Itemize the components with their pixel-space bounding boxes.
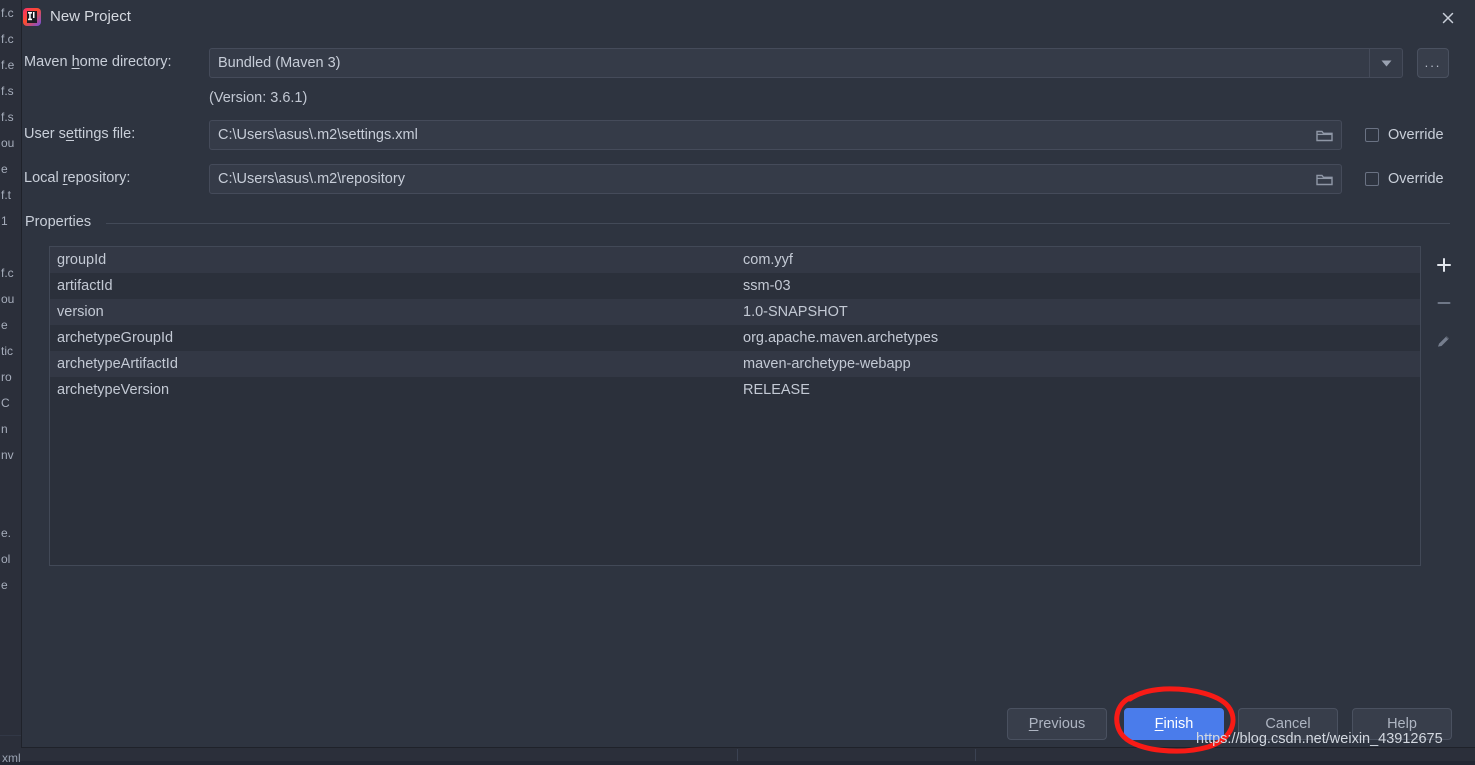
property-key-cell: artifactId [50,278,737,294]
property-value-cell: 1.0-SNAPSHOT [737,304,1420,320]
ide-background-text-fragment: ou [1,286,22,312]
pencil-icon[interactable] [1426,322,1461,360]
property-key-cell: archetypeGroupId [50,330,737,346]
table-row[interactable]: archetypeVersionRELEASE [50,377,1420,403]
ide-background-text-fragment: ou [1,130,22,156]
ide-background-text-fragment: f.s [1,104,22,130]
property-value-cell: ssm-03 [737,278,1420,294]
ide-background-text-fragment: f.e [1,52,22,78]
ide-status-divider [975,749,976,761]
table-row[interactable]: archetypeArtifactIdmaven-archetype-webap… [50,351,1420,377]
intellij-idea-icon [22,7,42,27]
maven-home-value: Bundled (Maven 3) [210,55,1369,71]
watermark-url: https://blog.csdn.net/weixin_43912675 [1196,731,1443,747]
ide-background-text-fragment: 1 [1,208,22,234]
plus-icon[interactable] [1426,246,1461,284]
properties-table-toolbar [1426,246,1461,360]
ide-background-text-fragment: f.c [1,0,22,26]
ide-background-left-strip: f.cf.cf.ef.sf.souef.t1f.coueticroCnnve.o… [0,0,22,761]
local-repository-value: C:\Users\asus\.m2\repository [210,171,1307,187]
local-repository-label: Local repository: [24,170,130,186]
ide-background-text-fragment [1,234,22,260]
property-key-cell: groupId [50,252,737,268]
property-value-cell: RELEASE [737,382,1420,398]
checkbox-box [1365,128,1379,142]
ide-background-text-fragment: e [1,572,22,598]
minus-icon[interactable] [1426,284,1461,322]
user-settings-label: User settings file: [24,126,135,142]
table-row[interactable]: archetypeGroupIdorg.apache.maven.archety… [50,325,1420,351]
property-key-cell: version [50,304,737,320]
property-value-cell: com.yyf [737,252,1420,268]
maven-home-label: Maven home directory: [24,54,172,70]
ide-background-text-fragment: e [1,156,22,182]
ide-background-text-fragment: ro [1,364,22,390]
user-settings-override-checkbox[interactable]: Override [1365,127,1444,143]
folder-icon[interactable] [1307,121,1341,149]
local-repository-override-checkbox[interactable]: Override [1365,171,1444,187]
property-key-cell: archetypeArtifactId [50,356,737,372]
ide-status-divider [737,749,738,761]
table-row[interactable]: version1.0-SNAPSHOT [50,299,1420,325]
ide-background-text-fragment: n [1,416,22,442]
ide-background-tab-label: xml [2,751,21,765]
folder-icon[interactable] [1307,165,1341,193]
property-key-cell: archetypeVersion [50,382,737,398]
ide-background-text-fragment: f.c [1,260,22,286]
properties-table[interactable]: groupIdcom.yyfartifactIdssm-03version1.0… [49,246,1421,566]
user-settings-field[interactable]: C:\Users\asus\.m2\settings.xml [209,120,1342,150]
user-settings-value: C:\Users\asus\.m2\settings.xml [210,127,1307,143]
local-repository-field[interactable]: C:\Users\asus\.m2\repository [209,164,1342,194]
properties-group-separator [106,223,1450,224]
maven-version-note: (Version: 3.6.1) [209,90,307,106]
table-row[interactable]: artifactIdssm-03 [50,273,1420,299]
ide-background-text-fragment: f.s [1,78,22,104]
checkbox-label: Override [1388,127,1444,143]
maven-home-combobox[interactable]: Bundled (Maven 3) [209,48,1403,78]
maven-home-browse-button[interactable]: ... [1417,48,1449,78]
ide-background-text-fragment [1,494,22,520]
ide-background-text-fragment: e. [1,520,22,546]
previous-button[interactable]: Previous [1007,708,1107,740]
checkbox-box [1365,172,1379,186]
dialog-titlebar: New Project [22,0,1475,36]
table-row[interactable]: groupIdcom.yyf [50,247,1420,273]
ide-background-text-fragment: e [1,312,22,338]
dialog-title: New Project [50,8,131,25]
property-value-cell: org.apache.maven.archetypes [737,330,1420,346]
ide-background-text-fragment: ol [1,546,22,572]
checkbox-label: Override [1388,171,1444,187]
ide-background-text-fragment: C [1,390,22,416]
ide-background-text-fragment: tic [1,338,22,364]
new-project-dialog: New Project Maven home directory: Bundle… [22,0,1475,747]
chevron-down-icon[interactable] [1370,49,1402,77]
ide-background-text-fragment: f.t [1,182,22,208]
properties-group-title: Properties [25,214,99,230]
close-icon[interactable] [1435,6,1461,30]
ide-background-text-fragment: f.c [1,26,22,52]
ide-background-text-fragment: nv [1,442,22,468]
property-value-cell: maven-archetype-webapp [737,356,1420,372]
ide-background-text-fragment [1,468,22,494]
